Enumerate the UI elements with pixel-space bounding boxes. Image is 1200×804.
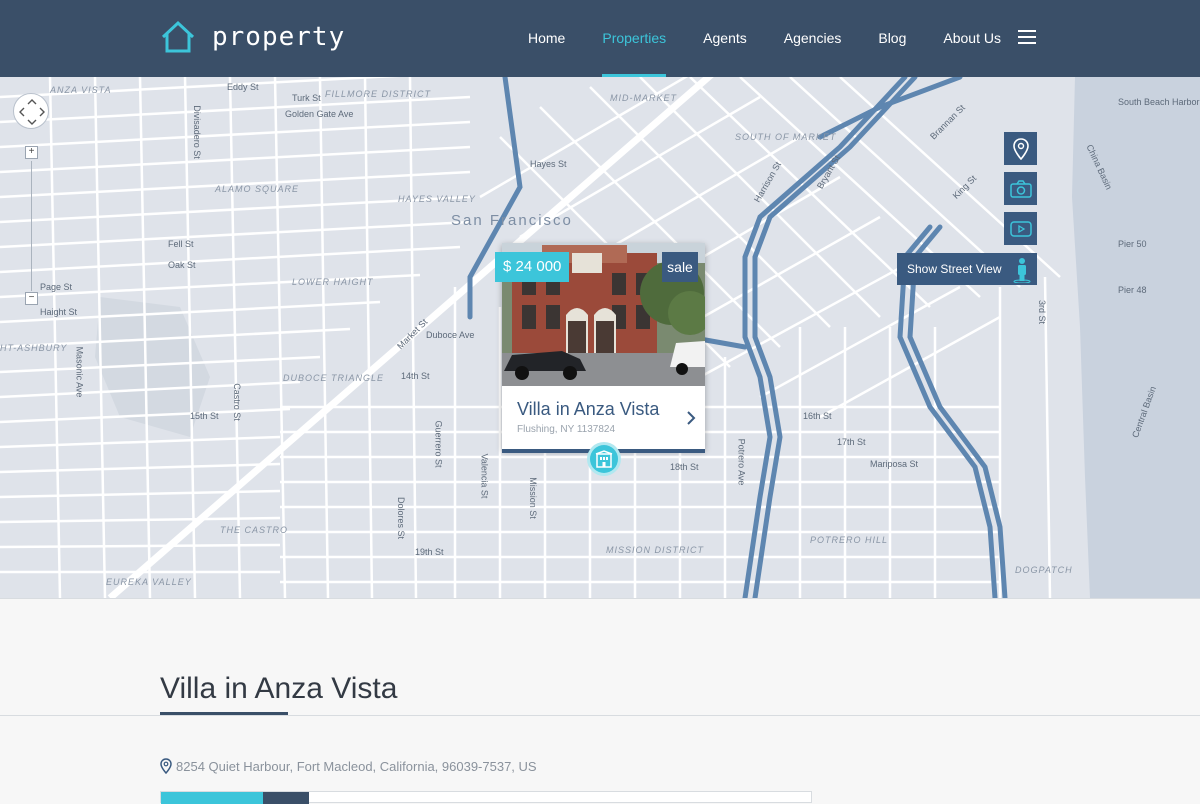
map-street-label: Pier 48: [1118, 285, 1147, 295]
nav-about-us[interactable]: About Us: [943, 0, 1001, 77]
map-district-label: FILLMORE DISTRICT: [325, 89, 432, 99]
map-district-label: MID-MARKET: [610, 93, 677, 103]
nav-agents[interactable]: Agents: [703, 0, 747, 77]
map-street-label: Guerrero St: [433, 420, 444, 468]
listing-tabs[interactable]: [160, 791, 812, 804]
camera-icon: [1009, 179, 1032, 198]
hamburger-icon[interactable]: [1018, 30, 1036, 46]
map-street-label: Page St: [40, 282, 73, 292]
nav-agencies[interactable]: Agencies: [784, 0, 842, 77]
map-district-label: ALAMO SQUARE: [215, 184, 300, 194]
property-marker[interactable]: [587, 442, 621, 476]
map-street-label: 16th St: [803, 411, 832, 421]
zoom-out-button[interactable]: −: [25, 292, 38, 305]
chevron-right-icon[interactable]: [684, 410, 698, 426]
pan-control-icon[interactable]: [13, 93, 49, 129]
street-view-label: Show Street View: [907, 262, 1002, 276]
map-street-label: Eddy St: [227, 82, 259, 92]
map-street-label: Hayes St: [530, 159, 567, 169]
map-street-label: 18th St: [670, 462, 699, 472]
map-street-label: Masonic Ave: [74, 346, 85, 398]
tab-secondary[interactable]: [263, 792, 309, 804]
map-street-label: Golden Gate Ave: [285, 109, 354, 119]
map-pin-button[interactable]: [1004, 132, 1037, 165]
site-logo[interactable]: property: [160, 19, 345, 55]
pan-arrows-icon: [19, 99, 45, 125]
nav-properties[interactable]: Properties: [602, 0, 666, 77]
main-nav: Home Properties Agents Agencies Blog Abo…: [528, 0, 1038, 77]
page-title: Villa in Anza Vista: [160, 672, 398, 705]
video-button[interactable]: [1004, 212, 1037, 245]
map-street-label: Dolores St: [396, 496, 407, 540]
map-street-label: Oak St: [168, 260, 196, 270]
map-district-label: HT-ASHBURY: [0, 343, 68, 353]
sale-badge: sale: [662, 252, 698, 282]
map-street-label: 3rd St: [1037, 299, 1048, 325]
map-city-label: San Francisco: [451, 212, 573, 229]
map-district-label: LOWER HAIGHT: [292, 277, 374, 287]
map-pin-icon: [1012, 137, 1029, 160]
video-play-icon: [1009, 220, 1032, 237]
location-pin-icon: [160, 758, 172, 774]
map-district-label: HAYES VALLEY: [398, 194, 476, 204]
pegman-icon: [1013, 258, 1031, 283]
site-header: property Home Properties Agents Agencies…: [0, 0, 1200, 77]
house-logo-icon: [161, 20, 195, 53]
map-street-label: 14th St: [401, 371, 430, 381]
street-view-button[interactable]: Show Street View: [897, 253, 1037, 285]
map-district-label: DOGPATCH: [1015, 565, 1073, 575]
brand-name: property: [212, 22, 346, 52]
photos-button[interactable]: [1004, 172, 1037, 205]
listing-address: 8254 Quiet Harbour, Fort Macleod, Califo…: [176, 758, 537, 774]
title-underline: [160, 712, 288, 715]
map-district-label: SOUTH OF MARKET: [735, 132, 837, 142]
map-street-label: Mission St: [527, 477, 538, 519]
map-district-label: DUBOCE TRIANGLE: [283, 373, 385, 383]
map-street-label: Mariposa St: [870, 459, 919, 469]
tab-active[interactable]: [161, 792, 263, 804]
building-icon: [595, 450, 613, 468]
map-district-label: ANZA VISTA: [50, 85, 112, 95]
map-district-label: POTRERO HILL: [810, 535, 889, 545]
map-district-label: MISSION DISTRICT: [606, 545, 705, 555]
nav-home[interactable]: Home: [528, 0, 565, 77]
card-title[interactable]: Villa in Anza Vista: [517, 399, 659, 420]
map-district-label: THE CASTRO: [220, 525, 289, 535]
nav-blog[interactable]: Blog: [878, 0, 906, 77]
map-street-label: Castro St: [231, 383, 242, 421]
map-street-label: Haight St: [40, 307, 78, 317]
map-street-label: 19th St: [415, 547, 444, 557]
map-street-label: Potrero Ave: [736, 438, 747, 486]
map-street-label: South Beach Harbor: [1118, 97, 1200, 107]
price-badge: $ 24 000: [495, 252, 570, 282]
map-street-label: Valencia St: [479, 453, 490, 499]
zoom-slider[interactable]: [31, 161, 32, 291]
map-street-label: Divisadero St: [191, 105, 202, 159]
map-street-label: Fell St: [168, 239, 194, 249]
listing-location: 8254 Quiet Harbour, Fort Macleod, Califo…: [160, 758, 537, 774]
map-street-label: 17th St: [837, 437, 866, 447]
zoom-in-button[interactable]: +: [25, 146, 38, 159]
map-street-label: 15th St: [190, 411, 219, 421]
card-address: Flushing, NY 1137824: [517, 424, 616, 435]
map-street-label: Turk St: [292, 93, 321, 103]
divider: [0, 715, 1200, 716]
map-street-label: Pier 50: [1118, 239, 1147, 249]
map-district-label: EUREKA VALLEY: [106, 577, 192, 587]
map-street-label: Duboce Ave: [426, 330, 475, 340]
